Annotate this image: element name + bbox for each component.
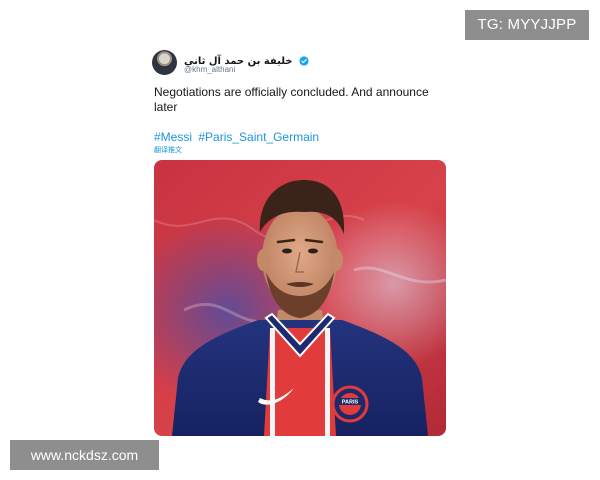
verified-badge-icon [299, 56, 309, 66]
jersey-crest-text: PARIS [342, 400, 359, 406]
tweet-card: خليفة بن حمد آل ثاني @khm_althani Negoti… [150, 48, 450, 154]
author-avatar[interactable] [152, 50, 177, 75]
tweet-photo[interactable]: PARIS [154, 160, 446, 436]
telegram-watermark: TG: MYYJJPP [465, 10, 589, 40]
tweet-header: خليفة بن حمد آل ثاني @khm_althani [150, 48, 450, 78]
hashtag-paris-saint-germain[interactable]: #Paris_Saint_Germain [198, 130, 319, 144]
hashtag-messi[interactable]: #Messi [154, 130, 192, 144]
translate-tweet-link[interactable]: 翻译推文 [154, 145, 182, 155]
author-handle[interactable]: @khm_althani [184, 65, 235, 74]
player-illustration: PARIS [154, 160, 446, 436]
author-name-row[interactable]: خليفة بن حمد آل ثاني [184, 51, 309, 67]
tweet-text: Negotiations are officially concluded. A… [154, 85, 429, 114]
site-watermark: www.nckdsz.com [10, 440, 159, 470]
tweet-hashtags: #Messi #Paris_Saint_Germain [154, 130, 322, 144]
